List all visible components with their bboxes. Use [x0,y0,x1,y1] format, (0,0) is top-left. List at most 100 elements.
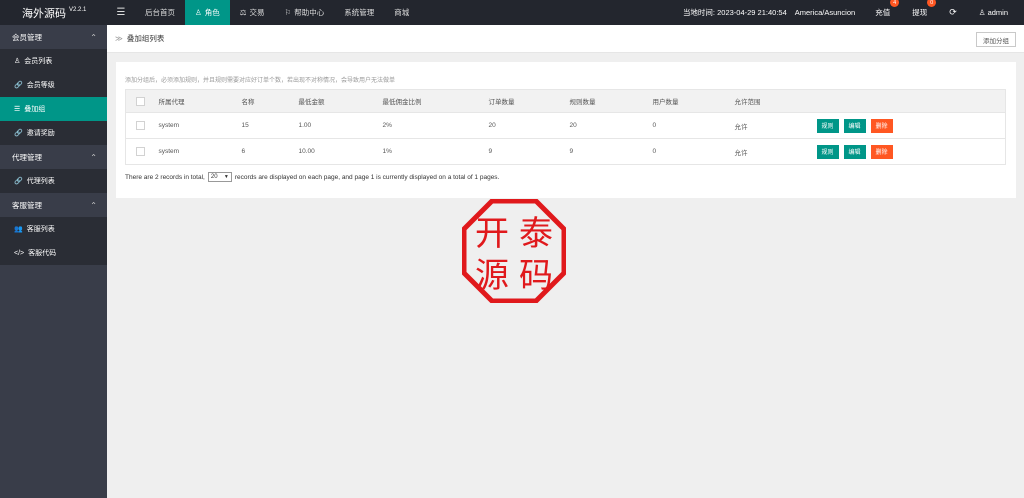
page-size-value: 20 [210,174,218,180]
sidebar-group-label: 客服管理 [12,200,42,210]
chevron-down-icon: ▼ [223,174,229,180]
timezone-label: America/Asuncion [794,8,856,17]
cell-users: 0 [652,138,735,165]
nav-trade-label: 交易 [249,8,265,17]
sidebar-group-support[interactable]: 客服管理 ⌃ [0,193,107,217]
app-name: 海外源码 [22,7,66,20]
flag-icon: ⚐ [284,8,292,17]
sidebar-group-members[interactable]: 会员管理 ⌃ [0,25,107,49]
withdraw-link[interactable]: 提现 0 [912,0,937,18]
sidebar-item-member-level[interactable]: 🔗 会员等级 [0,73,107,97]
cell-scope: 允许 [734,138,817,165]
chevron-up-icon: ⌃ [90,152,97,162]
edit-button[interactable]: 编辑 [843,118,866,133]
nav-system[interactable]: 系统管理 [334,0,384,25]
group-table: 所属代理 名称 最低金额 最低佣金比例 订单数量 规则数量 用户数量 允许范围 … [125,89,1006,165]
sidebar-item-support-list[interactable]: 👥 客服列表 [0,217,107,241]
cell-min-commission: 1% [382,138,489,165]
withdraw-badge: 0 [927,0,937,7]
delete-button[interactable]: 删除 [870,144,893,159]
delete-button[interactable]: 删除 [870,118,893,133]
cell-scope: 允许 [734,112,817,139]
cell-name: 6 [241,138,299,165]
col-name: 名称 [241,89,299,113]
sidebar-item-support-code[interactable]: </> 客服代码 [0,241,107,265]
row-checkbox[interactable] [136,121,145,130]
chevron-up-icon: ⌃ [90,32,97,42]
breadcrumb: ≫ 叠加组列表 添加分组 [107,25,1024,53]
cell-name: 15 [241,112,299,139]
sidebar-item-member-list[interactable]: ♙ 会员列表 [0,49,107,73]
cell-orders: 20 [488,112,570,139]
top-header: 海外源码 V2.2.1 ☰ 后台首页 ♙ 角色 ⚖ 交易 ⚐ 帮助中心 系统管理 商城 … [0,0,1024,25]
sidebar-item-label: 会员列表 [24,58,53,65]
watermark-seal: 开 泰 源 码 [462,199,566,303]
cell-agent: system [158,112,242,139]
scale-icon: ⚖ [239,8,247,17]
chevron-up-icon: ⌃ [90,200,97,210]
nav-home-label: 后台首页 [145,8,175,17]
nav-mall[interactable]: 商城 [384,0,419,25]
sidebar-item-label: 邀请奖励 [26,130,55,137]
col-actions [816,89,1006,113]
edit-button[interactable]: 编辑 [843,144,866,159]
add-group-button[interactable]: 添加分组 [976,32,1016,47]
cell-min-amount: 1.00 [298,112,383,139]
rules-button[interactable]: 规则 [816,118,839,133]
nav-help[interactable]: ⚐ 帮助中心 [274,0,334,25]
cell-orders: 9 [488,138,570,165]
cell-rules: 9 [569,138,653,165]
row-select-cell [125,138,159,165]
col-users: 用户数量 [652,89,735,113]
select-all-checkbox[interactable] [136,96,145,106]
nav-mall-label: 商城 [394,8,410,17]
sidebar-item-label: 叠加组 [24,106,46,113]
user-icon: ♙ [14,58,21,65]
recharge-link[interactable]: 充值 4 [875,0,900,18]
link-icon: 🔗 [14,178,23,185]
app-logo[interactable]: 海外源码 V2.2.1 [0,0,107,25]
table-row: system 15 1.00 2% 20 20 0 允许 规则 编辑 删除 [125,112,1006,139]
col-scope: 允许范围 [734,89,817,113]
nav-system-label: 系统管理 [344,8,375,17]
double-chevron-icon: ≫ [115,34,123,43]
withdraw-label: 提现 [912,8,928,17]
code-icon: </> [14,249,25,257]
row-checkbox[interactable] [136,147,145,156]
seal-char: 开 [475,214,509,254]
recharge-badge: 4 [890,0,900,7]
nav-home[interactable]: 后台首页 [135,0,185,25]
cell-min-amount: 10.00 [298,138,383,165]
col-orders: 订单数量 [488,89,570,113]
nav-trade[interactable]: ⚖ 交易 [230,0,275,25]
hint-text: 添加分组后，必须添加规则，并且规则需要对应好订单个数，若出现不对称情况，会导致用… [125,78,396,84]
user-name: admin [987,8,1008,17]
menu-icon[interactable]: ☰ [107,0,135,25]
sidebar-item-label: 代理列表 [26,178,55,185]
sidebar-item-invite-reward[interactable]: 🔗 邀请奖励 [0,121,107,145]
nav-role-label: 角色 [204,8,220,17]
refresh-icon[interactable]: ⟳ [949,7,957,18]
cell-users: 0 [652,112,735,139]
sidebar-item-agent-list[interactable]: 🔗 代理列表 [0,169,107,193]
local-time: 当地时间: 2023-04-29 21:40:54 America/Asuncio… [683,7,855,18]
sidebar-item-label: 会员等级 [26,82,55,89]
table-header-row: 所属代理 名称 最低金额 最低佣金比例 订单数量 规则数量 用户数量 允许范围 [125,89,1006,113]
row-select-cell [125,112,159,139]
sidebar-group-label: 会员管理 [12,32,42,42]
seal-char: 码 [519,256,553,296]
rules-button[interactable]: 规则 [816,144,839,159]
page-title: 叠加组列表 [126,34,165,43]
page-size-select[interactable]: 20 ▼ [207,172,232,182]
sidebar-group-agents[interactable]: 代理管理 ⌃ [0,145,107,169]
user-menu[interactable]: ♙ admin [979,8,1008,17]
nav-role[interactable]: ♙ 角色 [185,0,230,25]
nav-help-label: 帮助中心 [294,8,325,17]
user-icon: ♙ [978,8,988,17]
col-agent: 所属代理 [158,89,242,113]
users-icon: 👥 [14,226,23,233]
pager-suffix: records are displayed on each page, and … [234,173,500,181]
cell-actions: 规则 编辑 删除 [816,112,1006,139]
sidebar-item-stack-group[interactable]: ☰ 叠加组 [0,97,107,121]
cell-actions: 规则 编辑 删除 [816,138,1006,165]
